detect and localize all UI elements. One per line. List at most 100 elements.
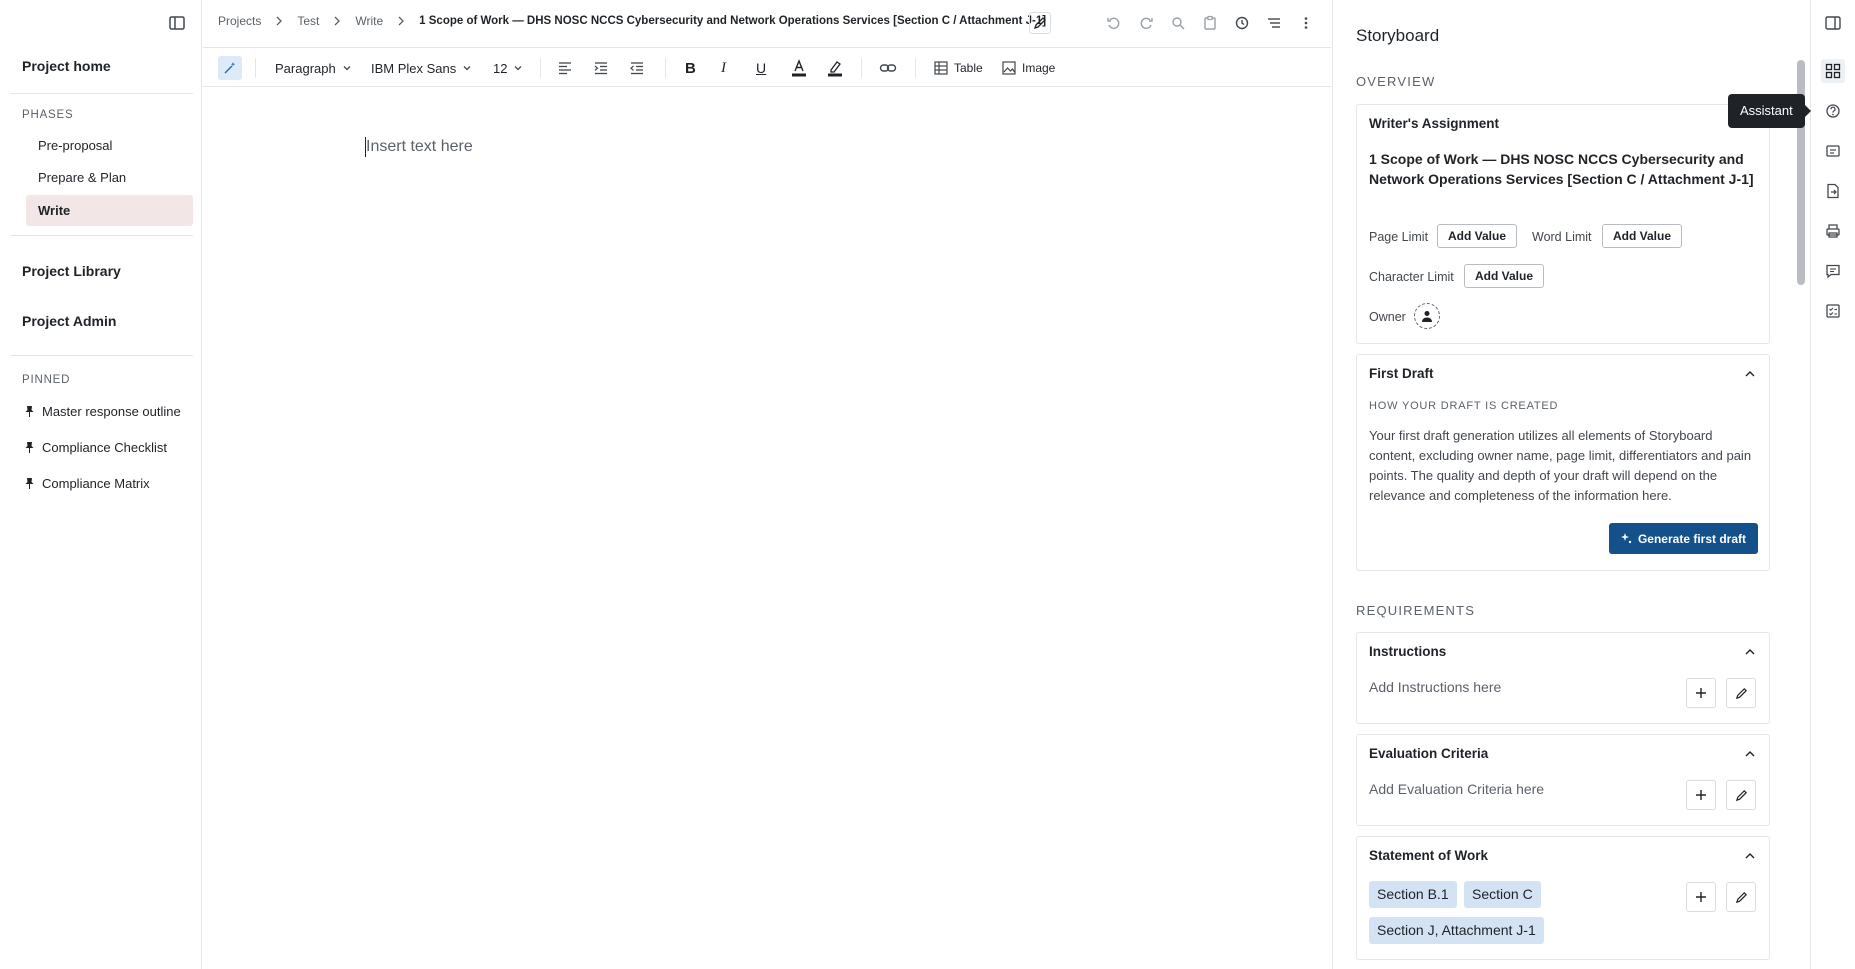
table-label: Table (954, 61, 983, 75)
more-options-icon[interactable] (1295, 12, 1317, 34)
toggle-panel-icon[interactable] (1821, 11, 1845, 35)
text-color-icon[interactable] (791, 56, 807, 80)
edit-sow-button[interactable] (1726, 882, 1756, 912)
undo-icon[interactable] (1103, 12, 1125, 34)
storyboard-panel: Storyboard OVERVIEW Writer's Assignment … (1332, 0, 1810, 969)
edit-evaluation-button[interactable] (1726, 780, 1756, 810)
instructions-card: Instructions Add Instructions here (1356, 632, 1770, 724)
character-limit-add-value-button[interactable]: Add Value (1464, 264, 1545, 288)
chevron-right-icon (397, 16, 405, 26)
edit-title-button[interactable] (1029, 12, 1051, 34)
align-left-icon[interactable] (557, 56, 573, 80)
breadcrumb-test[interactable]: Test (297, 14, 319, 28)
pinned-item-label: Compliance Checklist (42, 440, 167, 455)
sow-tag[interactable]: Section C (1464, 881, 1541, 908)
add-sow-button[interactable] (1686, 882, 1716, 912)
font-size-select[interactable]: 12 (493, 56, 523, 80)
chevron-up-icon[interactable] (1743, 849, 1757, 863)
draft-description: Your first draft generation utilizes all… (1369, 428, 1752, 503)
requirements-heading: REQUIREMENTS (1356, 603, 1476, 618)
editor-area: Projects Test Write 1 Scope of Work — DH… (203, 0, 1331, 969)
divider (255, 58, 256, 78)
user-icon (1422, 311, 1432, 322)
nav-project-home[interactable]: Project home (22, 58, 111, 74)
word-limit-add-value-button[interactable]: Add Value (1602, 224, 1683, 248)
phase-item-pre-proposal[interactable]: Pre-proposal (26, 130, 193, 161)
font-family-select[interactable]: IBM Plex Sans (371, 56, 472, 80)
add-instructions-button[interactable] (1686, 678, 1716, 708)
breadcrumb: Projects Test Write 1 Scope of Work — DH… (218, 14, 1046, 28)
collapse-sidebar-icon[interactable] (167, 13, 187, 33)
character-limit-label: Character Limit (1369, 270, 1454, 284)
add-evaluation-button[interactable] (1686, 780, 1716, 810)
comments-icon[interactable] (1821, 259, 1845, 283)
image-icon (1002, 61, 1016, 75)
document-body[interactable]: Insert text here (203, 88, 1331, 969)
phases-heading: PHASES (22, 109, 74, 121)
pinned-item-compliance-matrix[interactable]: Compliance Matrix (24, 476, 150, 491)
word-limit-label: Word Limit (1532, 230, 1592, 244)
nav-project-library[interactable]: Project Library (22, 263, 121, 279)
assistant-icon[interactable] (1821, 99, 1845, 123)
pinned-item-label: Compliance Matrix (42, 476, 150, 491)
storyboard-icon[interactable] (1821, 59, 1845, 83)
chevron-up-icon[interactable] (1743, 747, 1757, 761)
generate-button-label: Generate first draft (1637, 531, 1746, 546)
block-type-select[interactable]: Paragraph (275, 56, 352, 80)
pencil-icon (1735, 789, 1747, 801)
highlight-icon[interactable] (827, 56, 843, 80)
owner-avatar-button[interactable] (1414, 303, 1440, 329)
chevron-right-icon (275, 16, 283, 26)
editor-top-actions (1103, 12, 1317, 34)
phase-item-prepare-plan[interactable]: Prepare & Plan (26, 162, 193, 193)
divider (10, 235, 193, 236)
image-label: Image (1022, 61, 1056, 75)
breadcrumb-projects[interactable]: Projects (218, 14, 261, 28)
chevron-down-icon (515, 66, 522, 71)
underline-icon[interactable]: U (756, 56, 766, 80)
edit-instructions-button[interactable] (1726, 678, 1756, 708)
pinned-heading: PINNED (22, 374, 71, 386)
outline-icon[interactable] (1263, 12, 1285, 34)
writers-assignment-card: Writer's Assignment 1 Scope of Work — DH… (1356, 104, 1770, 344)
sow-tag[interactable]: Section J, Attachment J-1 (1369, 917, 1544, 944)
sow-tag[interactable]: Section B.1 (1369, 881, 1457, 908)
redo-icon[interactable] (1135, 12, 1157, 34)
block-type-value: Paragraph (275, 60, 336, 76)
clipboard-icon[interactable] (1199, 12, 1221, 34)
bold-icon[interactable]: B (685, 56, 696, 80)
breadcrumb-write[interactable]: Write (355, 14, 383, 28)
checklist-icon[interactable] (1821, 299, 1845, 323)
indent-icon[interactable] (593, 56, 609, 80)
pinned-item-master-response-outline[interactable]: Master response outline (24, 404, 181, 419)
print-icon[interactable] (1821, 219, 1845, 243)
generate-first-draft-button[interactable]: Generate first draft (1608, 523, 1758, 554)
font-size-value: 12 (493, 60, 508, 76)
pinned-item-compliance-checklist[interactable]: Compliance Checklist (24, 440, 167, 455)
italic-icon[interactable]: I (721, 56, 726, 80)
assistant-tooltip: Assistant (1728, 94, 1811, 128)
insert-image-button[interactable]: Image (1002, 56, 1055, 80)
outdent-icon[interactable] (629, 56, 645, 80)
pin-icon (24, 477, 35, 490)
instructions-placeholder: Add Instructions here (1369, 679, 1502, 695)
phase-item-write[interactable]: Write (26, 195, 193, 226)
statement-of-work-card: Statement of Work Section B.1 Section C … (1356, 836, 1770, 960)
nav-project-admin[interactable]: Project Admin (22, 313, 116, 329)
divider (665, 58, 666, 78)
chevron-up-icon[interactable] (1743, 645, 1757, 659)
owner-label: Owner (1369, 310, 1406, 324)
page-limit-label: Page Limit (1369, 230, 1429, 244)
library-icon[interactable] (1821, 139, 1845, 163)
ai-magic-button[interactable] (218, 56, 242, 80)
page-limit-add-value-button[interactable]: Add Value (1437, 224, 1518, 248)
divider (10, 355, 193, 356)
chevron-up-icon[interactable] (1743, 367, 1757, 381)
history-icon[interactable] (1231, 12, 1253, 34)
insert-table-button[interactable]: Table (934, 56, 983, 80)
document-export-icon[interactable] (1821, 179, 1845, 203)
link-icon[interactable] (879, 56, 897, 80)
card-heading: Evaluation Criteria (1369, 746, 1489, 761)
pin-icon (24, 405, 35, 418)
find-replace-icon[interactable] (1167, 12, 1189, 34)
